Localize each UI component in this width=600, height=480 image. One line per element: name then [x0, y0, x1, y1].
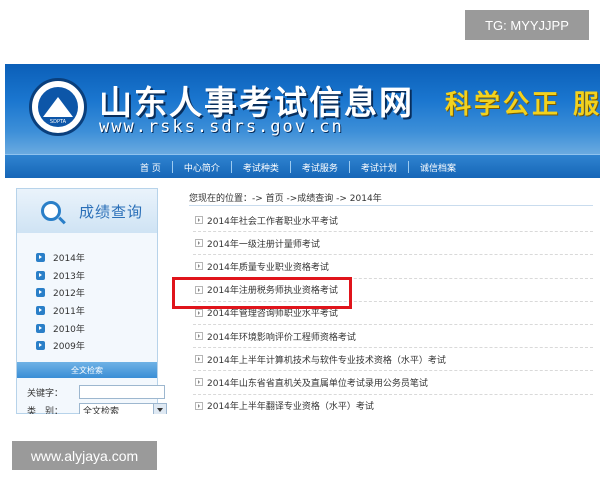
list-item[interactable]: 2014年一级注册计量师考试	[193, 232, 593, 256]
score-query-sidebar: 成绩查询 2014年 2013年 2012年 2011年 2010年 2009年…	[16, 188, 167, 414]
arrow-bullet-icon	[36, 253, 45, 263]
arrow-bullet-icon	[36, 323, 45, 333]
keyword-label: 关键字：	[27, 388, 64, 399]
arrow-bullet-icon	[36, 270, 45, 280]
sidebar-title: 成绩查询	[79, 203, 144, 221]
list-item[interactable]: 2014年质量专业职业资格考试	[193, 255, 593, 279]
site-logo[interactable]: SDPTA	[29, 78, 87, 136]
bullet-icon	[195, 355, 203, 364]
year-item[interactable]: 2013年	[17, 267, 157, 285]
list-item[interactable]: 2014年上半年计算机技术与软件专业技术资格（水平）考试	[193, 348, 593, 372]
chevron-down-icon[interactable]	[153, 403, 166, 414]
bullet-icon	[195, 262, 203, 271]
category-row: 类 别： 全文检索	[27, 401, 167, 414]
website-screenshot: SDPTA 山东人事考试信息网 www.rsks.sdrs.gov.cn 科学公…	[5, 64, 600, 414]
list-item[interactable]: 2014年环境影响评价工程师资格考试	[193, 325, 593, 349]
bullet-icon	[195, 308, 203, 317]
list-item-highlighted[interactable]: 2014年注册税务师执业资格考试	[193, 279, 593, 302]
divider	[189, 205, 593, 206]
bullet-icon	[195, 332, 203, 341]
list-item[interactable]: 2014年上半年翻译专业资格（水平）考试	[193, 395, 593, 415]
year-item[interactable]: 2009年	[17, 337, 157, 355]
category-label: 类 别：	[27, 406, 64, 415]
nav-about[interactable]: 中心简介	[173, 161, 231, 174]
watermark-top: TG: MYYJJPP	[465, 10, 589, 40]
bullet-icon	[195, 285, 203, 294]
year-item[interactable]: 2012年	[17, 284, 157, 302]
bullet-icon	[195, 216, 203, 225]
arrow-bullet-icon	[36, 341, 45, 351]
year-list: 2014年 2013年 2012年 2011年 2010年 2009年	[17, 249, 157, 355]
arrow-bullet-icon	[36, 288, 45, 298]
search-icon	[41, 201, 61, 221]
breadcrumb: 您现在的位置：-> 首页 ->成绩查询 -> 2014年	[189, 194, 382, 204]
year-item[interactable]: 2014年	[17, 249, 157, 267]
list-item[interactable]: 2014年管理咨询师职业水平考试	[193, 302, 593, 325]
list-item[interactable]: 2014年社会工作者职业水平考试	[193, 209, 593, 233]
year-item[interactable]: 2010年	[17, 319, 157, 337]
header-banner: SDPTA 山东人事考试信息网 www.rsks.sdrs.gov.cn 科学公…	[5, 64, 600, 154]
year-item[interactable]: 2011年	[17, 302, 157, 320]
list-item[interactable]: 2014年山东省省直机关及直属单位考试录用公务员笔试	[193, 371, 593, 395]
exam-list: 2014年社会工作者职业水平考试 2014年一级注册计量师考试 2014年质量专…	[193, 209, 593, 414]
main-content: 成绩查询 2014年 2013年 2012年 2011年 2010年 2009年…	[5, 178, 600, 414]
fulltext-search-header: 全文检索	[17, 362, 157, 378]
keyword-row: 关键字：	[27, 383, 165, 401]
nav-integrity-records[interactable]: 诚信档案	[409, 161, 467, 174]
bullet-icon	[195, 401, 203, 410]
category-value: 全文检索	[83, 406, 120, 415]
nav-exam-types[interactable]: 考试种类	[232, 161, 290, 174]
logo-text: SDPTA	[49, 119, 67, 125]
sidebar-header: 成绩查询	[17, 189, 157, 233]
nav-exam-plan[interactable]: 考试计划	[350, 161, 408, 174]
nav-home[interactable]: 首 页	[129, 161, 172, 174]
mountain-icon: SDPTA	[38, 87, 78, 127]
bullet-icon	[195, 239, 203, 248]
slogan: 科学公正 服	[445, 90, 600, 120]
keyword-input[interactable]	[79, 385, 165, 399]
watermark-bottom: www.alyjaya.com	[12, 441, 157, 470]
category-select[interactable]: 全文检索	[79, 402, 167, 415]
main-nav: 首 页 中心简介 考试种类 考试服务 考试计划 诚信档案	[5, 154, 600, 179]
arrow-bullet-icon	[36, 306, 45, 316]
bullet-icon	[195, 378, 203, 387]
site-url: www.rsks.sdrs.gov.cn	[99, 117, 344, 137]
nav-exam-services[interactable]: 考试服务	[291, 161, 349, 174]
